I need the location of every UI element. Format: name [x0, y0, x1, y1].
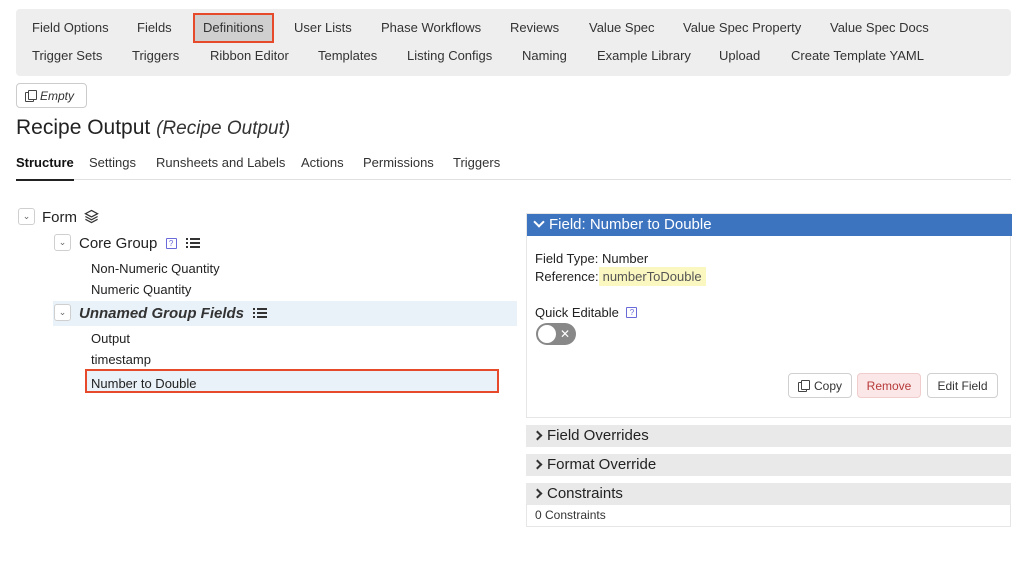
quick-editable-line: Quick Editable ?: [535, 305, 638, 320]
nav-field-options[interactable]: Field Options: [24, 15, 117, 41]
nav-reviews[interactable]: Reviews: [502, 15, 567, 41]
tab-runsheets-and-labels[interactable]: Runsheets and Labels: [156, 155, 285, 170]
edit-field-button[interactable]: Edit Field: [927, 373, 998, 398]
reference-line: Reference: numberToDouble: [535, 267, 706, 286]
layers-icon: [84, 209, 100, 224]
nav-templates[interactable]: Templates: [310, 43, 385, 69]
page-subtitle: (Recipe Output): [156, 118, 291, 139]
empty-button[interactable]: Empty: [16, 83, 87, 108]
page-title-text: Recipe Output: [16, 116, 151, 139]
copy-icon: [797, 380, 810, 392]
tab-triggers[interactable]: Triggers: [453, 155, 500, 170]
field-overrides-label: Field Overrides: [547, 427, 649, 444]
list-icon[interactable]: [185, 238, 200, 249]
reference-value: numberToDouble: [598, 267, 706, 286]
tab-settings[interactable]: Settings: [89, 155, 136, 170]
tab-bar: Structure Settings Runsheets and Labels …: [16, 154, 1011, 181]
field-type-label: Field Type:: [535, 251, 599, 266]
nav-create-template-yaml[interactable]: Create Template YAML: [783, 43, 932, 69]
tree-field-non-numeric-quantity[interactable]: Non-Numeric Quantity: [91, 261, 220, 276]
help-icon[interactable]: ?: [165, 238, 177, 249]
tree-field-output[interactable]: Output: [91, 331, 130, 346]
tree-form: Form: [42, 209, 100, 226]
field-type-line: Field Type: Number: [535, 251, 648, 266]
field-overrides-section[interactable]: Field Overrides: [526, 425, 1011, 447]
nav-ribbon-editor[interactable]: Ribbon Editor: [202, 43, 297, 69]
nav-naming[interactable]: Naming: [514, 43, 575, 69]
nav-example-library[interactable]: Example Library: [589, 43, 699, 69]
quick-editable-toggle[interactable]: ✕: [536, 323, 576, 345]
copy-icon: [25, 90, 37, 102]
field-panel-header[interactable]: Field: Number to Double: [527, 214, 1012, 236]
chevron-right-icon: [532, 430, 543, 441]
toggle-knob: [538, 325, 556, 343]
field-type-value: Number: [601, 251, 649, 266]
empty-button-label: Empty: [40, 88, 75, 103]
admin-nav: Field Options Fields Definitions User Li…: [16, 9, 1011, 76]
remove-button[interactable]: Remove: [857, 373, 921, 398]
field-panel-title: Field: Number to Double: [549, 216, 712, 233]
nav-upload[interactable]: Upload: [711, 43, 768, 69]
tree-field-timestamp[interactable]: timestamp: [91, 352, 151, 367]
constraints-count: 0 Constraints: [526, 504, 1011, 527]
copy-button[interactable]: Copy: [788, 373, 852, 398]
tree-core-group: Core Group ?: [79, 235, 200, 252]
nav-phase-workflows[interactable]: Phase Workflows: [373, 15, 489, 41]
nav-fields[interactable]: Fields: [129, 15, 180, 41]
nav-value-spec-property[interactable]: Value Spec Property: [675, 15, 809, 41]
tree-unnamed-group: Unnamed Group Fields: [79, 305, 268, 322]
chevron-down-icon: ⌄: [22, 211, 31, 221]
tab-permissions[interactable]: Permissions: [363, 155, 434, 170]
field-details-panel: Field: Number to Double Field Type: Numb…: [526, 213, 1012, 418]
format-override-label: Format Override: [547, 456, 657, 473]
format-override-section[interactable]: Format Override: [526, 454, 1011, 476]
reference-label: Reference:: [535, 269, 599, 284]
close-icon: ✕: [559, 327, 570, 341]
copy-button-label: Copy: [813, 378, 842, 393]
form-collapse-toggle[interactable]: ⌄: [18, 208, 35, 225]
unnamed-group-label: Unnamed Group Fields: [79, 305, 245, 322]
constraints-label: Constraints: [547, 485, 623, 502]
unnamed-group-collapse-toggle[interactable]: ⌄: [54, 304, 71, 321]
nav-trigger-sets[interactable]: Trigger Sets: [24, 43, 110, 69]
quick-editable-label: Quick Editable: [535, 305, 619, 320]
core-group-label: Core Group: [79, 235, 158, 252]
nav-definitions[interactable]: Definitions: [193, 13, 274, 43]
tree-field-number-to-double[interactable]: Number to Double: [91, 376, 197, 391]
nav-user-lists[interactable]: User Lists: [286, 15, 360, 41]
core-group-collapse-toggle[interactable]: ⌄: [54, 234, 71, 251]
chevron-right-icon: [532, 488, 543, 499]
chevron-right-icon: [532, 459, 543, 470]
tree-form-label: Form: [42, 209, 77, 226]
page-title: Recipe Output (Recipe Output): [16, 116, 290, 140]
tab-actions[interactable]: Actions: [301, 155, 344, 170]
chevron-down-icon: [533, 216, 545, 228]
help-icon[interactable]: ?: [626, 307, 638, 318]
constraints-section[interactable]: Constraints: [526, 483, 1011, 505]
tab-structure[interactable]: Structure: [16, 155, 74, 181]
list-icon[interactable]: [253, 308, 268, 319]
chevron-down-icon: ⌄: [58, 307, 67, 317]
tree-field-numeric-quantity[interactable]: Numeric Quantity: [91, 282, 191, 297]
remove-button-label: Remove: [866, 378, 912, 393]
nav-value-spec-docs[interactable]: Value Spec Docs: [822, 15, 937, 41]
chevron-down-icon: ⌄: [58, 237, 67, 247]
nav-value-spec[interactable]: Value Spec: [581, 15, 663, 41]
nav-triggers[interactable]: Triggers: [124, 43, 187, 69]
edit-field-button-label: Edit Field: [937, 378, 988, 393]
nav-listing-configs[interactable]: Listing Configs: [399, 43, 500, 69]
